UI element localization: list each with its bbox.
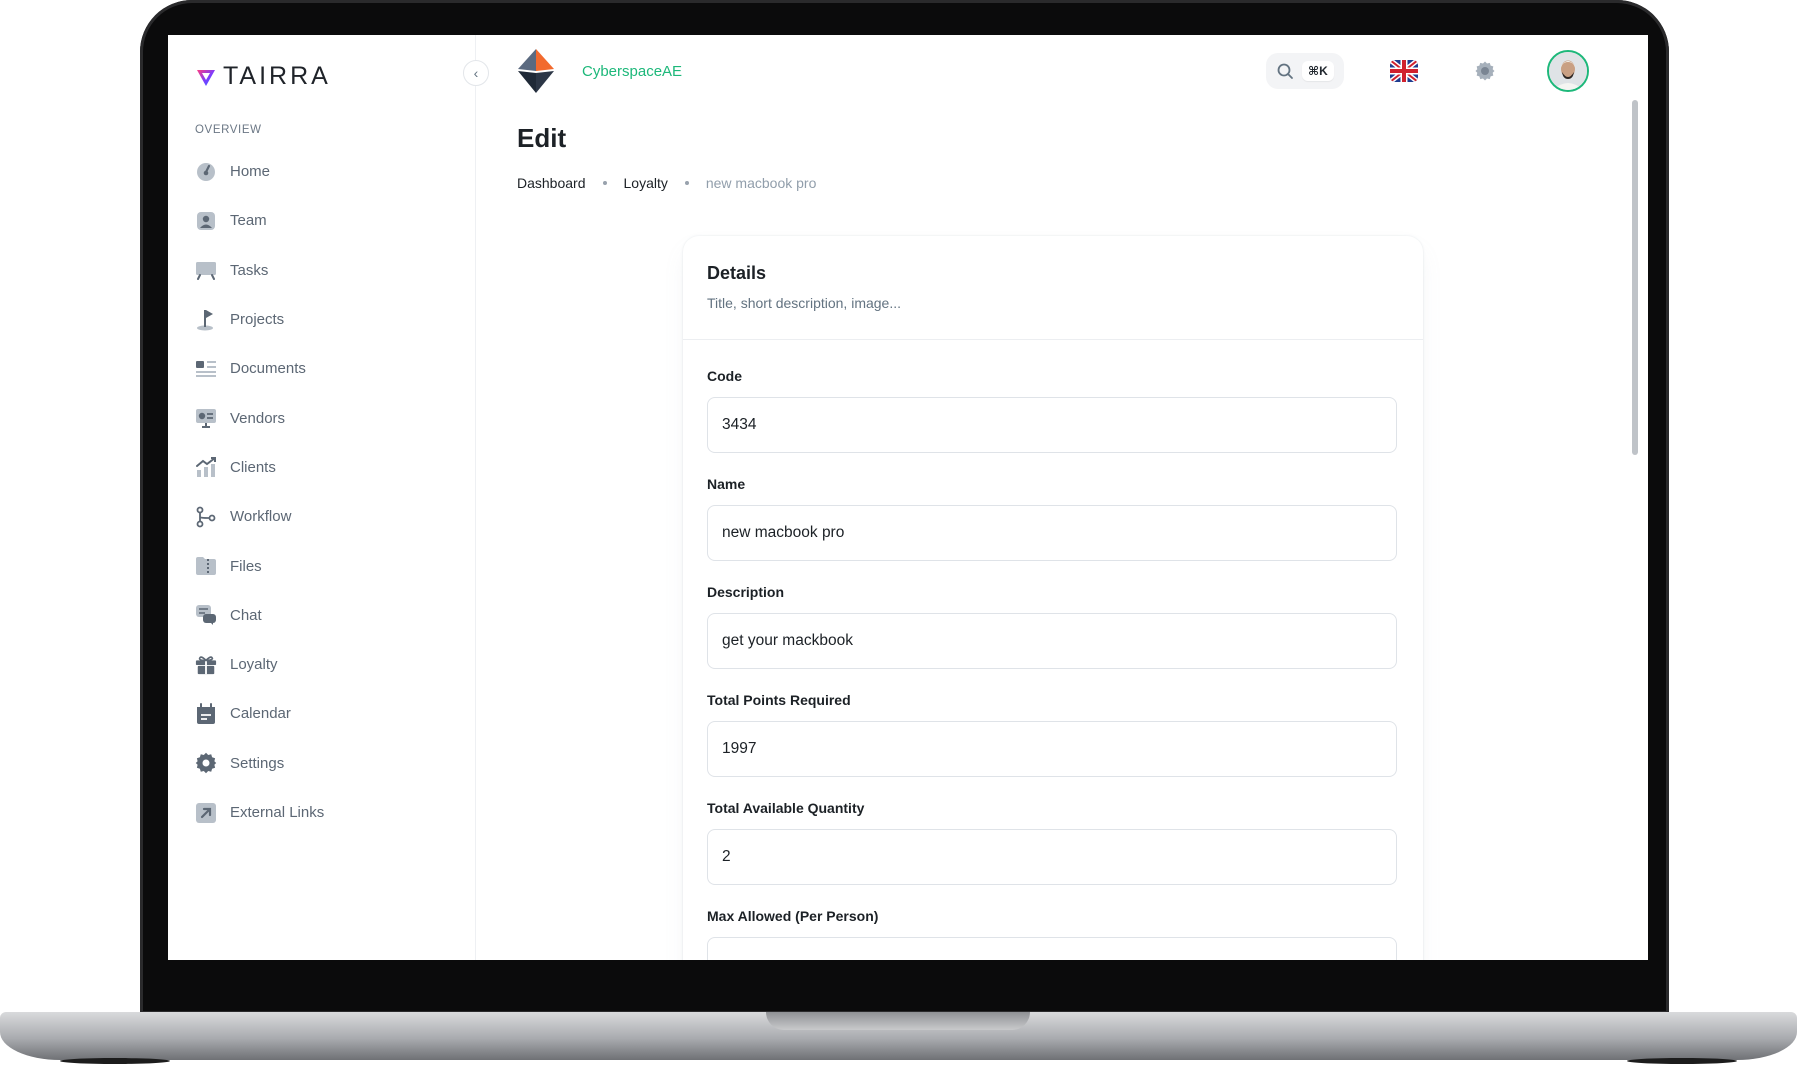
code-field[interactable]	[707, 397, 1397, 453]
flag-icon	[195, 309, 217, 331]
total-points-field-group: Total Points Required	[707, 692, 1399, 777]
chart-growth-icon	[195, 456, 217, 478]
breadcrumb-current: new macbook pro	[705, 175, 817, 191]
laptop-foot	[60, 1058, 170, 1064]
scrollbar-thumb[interactable]	[1632, 100, 1638, 455]
sidebar: TAIRRA OVERVIEW Home Team Tasks Projects…	[168, 35, 476, 960]
sidebar-item-tasks[interactable]: Tasks	[195, 246, 455, 295]
card-subtitle: Title, short description, image...	[707, 295, 902, 311]
gear-icon[interactable]	[1474, 60, 1496, 82]
folder-zip-icon	[195, 555, 217, 577]
sidebar-item-team[interactable]: Team	[195, 196, 455, 245]
workflow-icon	[195, 506, 217, 528]
search-icon	[1277, 63, 1293, 79]
sidebar-item-label: Team	[230, 212, 267, 230]
sidebar-item-home[interactable]: Home	[195, 147, 455, 196]
description-field[interactable]	[707, 613, 1397, 669]
brand-logo[interactable]: TAIRRA	[195, 62, 331, 91]
org-logo-icon[interactable]	[516, 47, 556, 95]
card-title: Details	[707, 263, 767, 283]
description-field-group: Description	[707, 584, 1399, 669]
page-scrollbar[interactable]	[1632, 35, 1640, 960]
sidebar-item-label: Tasks	[230, 261, 269, 279]
breadcrumb: Dashboard Loyalty new macbook pro	[517, 175, 816, 191]
nav-section-label: OVERVIEW	[195, 124, 262, 136]
org-name[interactable]: CyberspaceAE	[582, 63, 682, 80]
sidebar-item-label: Clients	[230, 458, 276, 476]
sidebar-item-label: External Links	[230, 804, 325, 821]
dashboard-gauge-icon	[195, 161, 217, 183]
sidebar-item-documents[interactable]: Documents	[195, 344, 455, 393]
document-list-icon	[195, 358, 217, 380]
top-header: CyberspaceAE ⌘K	[476, 35, 1648, 115]
calendar-icon	[195, 702, 217, 725]
sidebar-item-label: Vendors	[230, 409, 286, 427]
max-allowed-label: Max Allowed (Per Person)	[707, 908, 879, 924]
sidebar-item-clients[interactable]: Clients	[195, 443, 455, 492]
description-label: Description	[707, 584, 785, 600]
tairra-logo-icon	[197, 69, 215, 86]
brand-name: TAIRRA	[223, 62, 331, 90]
sidebar-item-external-links[interactable]: External Links	[195, 788, 455, 837]
gear-icon	[195, 752, 217, 774]
name-field[interactable]	[707, 505, 1397, 561]
card-header: Details Title, short description, image.…	[683, 236, 1423, 340]
sidebar-item-label: Loyalty	[230, 656, 278, 674]
sidebar-item-workflow[interactable]: Workflow	[195, 492, 455, 541]
sidebar-item-projects[interactable]: Projects	[195, 295, 455, 344]
uk-flag-icon[interactable]	[1390, 60, 1418, 82]
chevron-left-icon: ‹	[473, 65, 479, 81]
max-allowed-field-group: Max Allowed (Per Person)	[707, 908, 1399, 960]
total-points-label: Total Points Required	[707, 692, 851, 708]
sidebar-item-chat[interactable]: Chat	[195, 591, 455, 640]
chat-icon	[195, 604, 217, 626]
gift-icon	[195, 654, 217, 676]
sidebar-item-label: Chat	[230, 606, 262, 624]
breadcrumb-loyalty[interactable]: Loyalty	[624, 175, 668, 191]
laptop-foot	[1627, 1058, 1737, 1064]
sidebar-item-files[interactable]: Files	[195, 541, 455, 590]
code-label: Code	[707, 368, 742, 384]
laptop-notch	[766, 1012, 1030, 1030]
sidebar-item-vendors[interactable]: Vendors	[195, 393, 455, 442]
available-quantity-field[interactable]	[707, 829, 1397, 885]
card-form: Code Name Description Total Points Requi…	[683, 368, 1423, 960]
vendor-card-icon	[195, 407, 217, 429]
sidebar-item-label: Calendar	[230, 705, 291, 723]
sidebar-item-label: Workflow	[230, 508, 292, 526]
details-card: Details Title, short description, image.…	[683, 236, 1423, 960]
available-quantity-label: Total Available Quantity	[707, 800, 865, 816]
sidebar-item-settings[interactable]: Settings	[195, 739, 455, 788]
name-field-group: Name	[707, 476, 1399, 561]
total-points-field[interactable]	[707, 721, 1397, 777]
sidebar-item-label: Projects	[230, 311, 285, 329]
user-icon	[195, 210, 217, 232]
sidebar-item-loyalty[interactable]: Loyalty	[195, 640, 455, 689]
search-shortcut: ⌘K	[1302, 61, 1334, 81]
search-button[interactable]: ⌘K	[1266, 53, 1344, 89]
name-label: Name	[707, 476, 746, 492]
whiteboard-icon	[195, 259, 217, 281]
sidebar-item-label: Documents	[230, 360, 306, 378]
max-allowed-field[interactable]	[707, 937, 1397, 960]
breadcrumb-separator	[684, 181, 689, 185]
collapse-sidebar-button[interactable]: ‹	[463, 60, 489, 86]
app-screen: TAIRRA OVERVIEW Home Team Tasks Projects…	[168, 35, 1648, 960]
breadcrumb-separator	[602, 181, 607, 185]
available-quantity-field-group: Total Available Quantity	[707, 800, 1399, 885]
code-field-group: Code	[707, 368, 1399, 453]
page-title: Edit	[517, 123, 567, 153]
sidebar-item-calendar[interactable]: Calendar	[195, 689, 455, 738]
avatar[interactable]	[1547, 50, 1589, 92]
sidebar-item-label: Home	[230, 163, 271, 181]
sidebar-nav: Home Team Tasks Projects Documents Vendo…	[195, 147, 455, 837]
sidebar-item-label: Files	[230, 557, 262, 575]
sidebar-item-label: Settings	[230, 754, 285, 772]
laptop-frame: TAIRRA OVERVIEW Home Team Tasks Projects…	[0, 0, 1797, 1066]
breadcrumb-dashboard[interactable]: Dashboard	[517, 175, 586, 191]
external-link-icon	[195, 802, 217, 824]
